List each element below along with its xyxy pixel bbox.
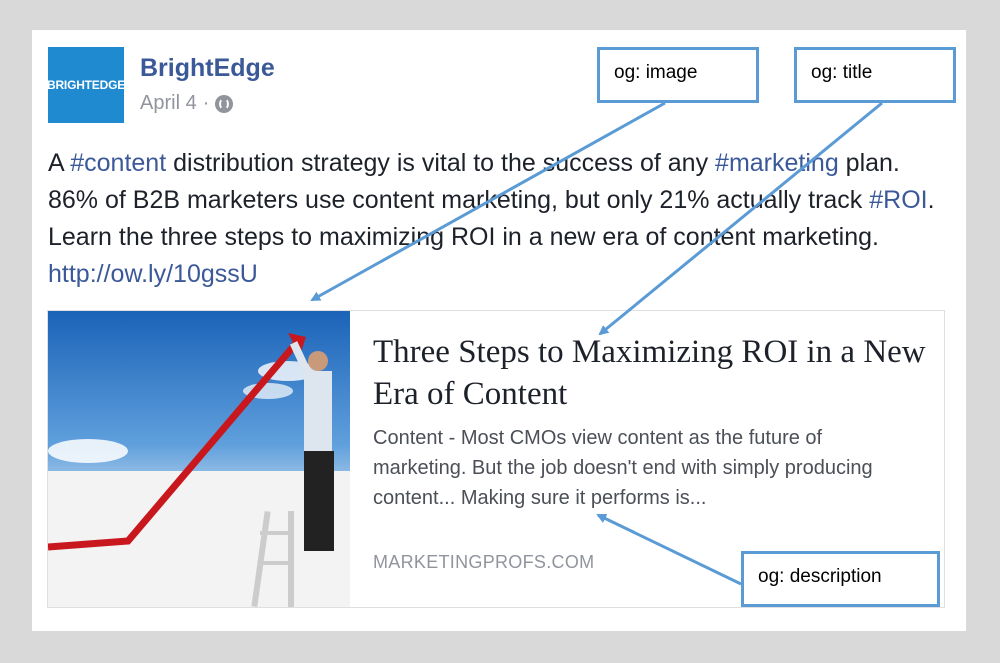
preview-image-illustration bbox=[48, 311, 350, 607]
og-image-label: og: image bbox=[614, 62, 698, 83]
hashtag-marketing[interactable]: #marketing bbox=[715, 149, 839, 177]
og-image-annotation: og: image bbox=[597, 47, 759, 103]
logo-text: BRIGHTEDGE bbox=[47, 78, 126, 92]
page-avatar-logo[interactable]: BRIGHTEDGE bbox=[47, 47, 126, 123]
hashtag-roi[interactable]: #ROI bbox=[869, 186, 927, 214]
post-date[interactable]: April 4 bbox=[140, 92, 197, 115]
hashtag-content[interactable]: #content bbox=[70, 149, 166, 177]
post-url-link[interactable]: http://ow.ly/10gssU bbox=[48, 260, 258, 288]
globe-icon bbox=[215, 94, 234, 113]
og-title-annotation: og: title bbox=[794, 47, 956, 103]
og-description-label: og: description bbox=[758, 566, 882, 587]
post-text: A #content distribution strategy is vita… bbox=[48, 145, 948, 293]
meta-separator: · bbox=[202, 92, 210, 114]
preview-domain: MARKETINGPROFS.COM bbox=[373, 552, 595, 572]
preview-title[interactable]: Three Steps to Maximizing ROI in a New E… bbox=[373, 331, 933, 415]
post-meta: April 4 · bbox=[140, 92, 234, 115]
preview-image[interactable] bbox=[48, 311, 350, 607]
og-title-label: og: title bbox=[811, 62, 873, 83]
og-description-annotation: og: description bbox=[741, 551, 940, 607]
post-text-part: A bbox=[48, 149, 71, 177]
post-text-part: distribution strategy is vital to the su… bbox=[166, 149, 716, 177]
page-name-link[interactable]: BrightEdge bbox=[140, 54, 275, 83]
preview-description: Content - Most CMOs view content as the … bbox=[373, 427, 873, 509]
